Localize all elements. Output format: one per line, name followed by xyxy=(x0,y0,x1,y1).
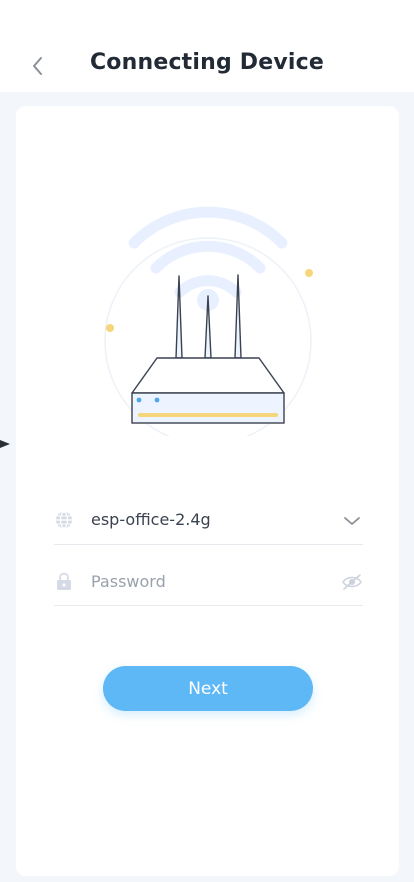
globe-icon xyxy=(56,511,72,529)
connect-card: esp-office-2.4g Next xyxy=(16,106,399,876)
wifi-network-value: esp-office-2.4g xyxy=(91,510,211,529)
eye-icon[interactable] xyxy=(341,572,363,592)
password-field[interactable] xyxy=(54,559,363,606)
chevron-down-icon[interactable] xyxy=(341,511,363,531)
page-title: Connecting Device xyxy=(89,50,325,75)
wifi-network-select[interactable]: esp-office-2.4g xyxy=(54,498,363,545)
password-input[interactable] xyxy=(91,567,321,595)
lock-icon xyxy=(57,572,71,590)
app-header: Connecting Device xyxy=(0,0,414,92)
next-button[interactable]: Next xyxy=(103,666,313,711)
router-wifi-illustration xyxy=(101,181,326,445)
edge-arrow-icon xyxy=(0,436,12,455)
